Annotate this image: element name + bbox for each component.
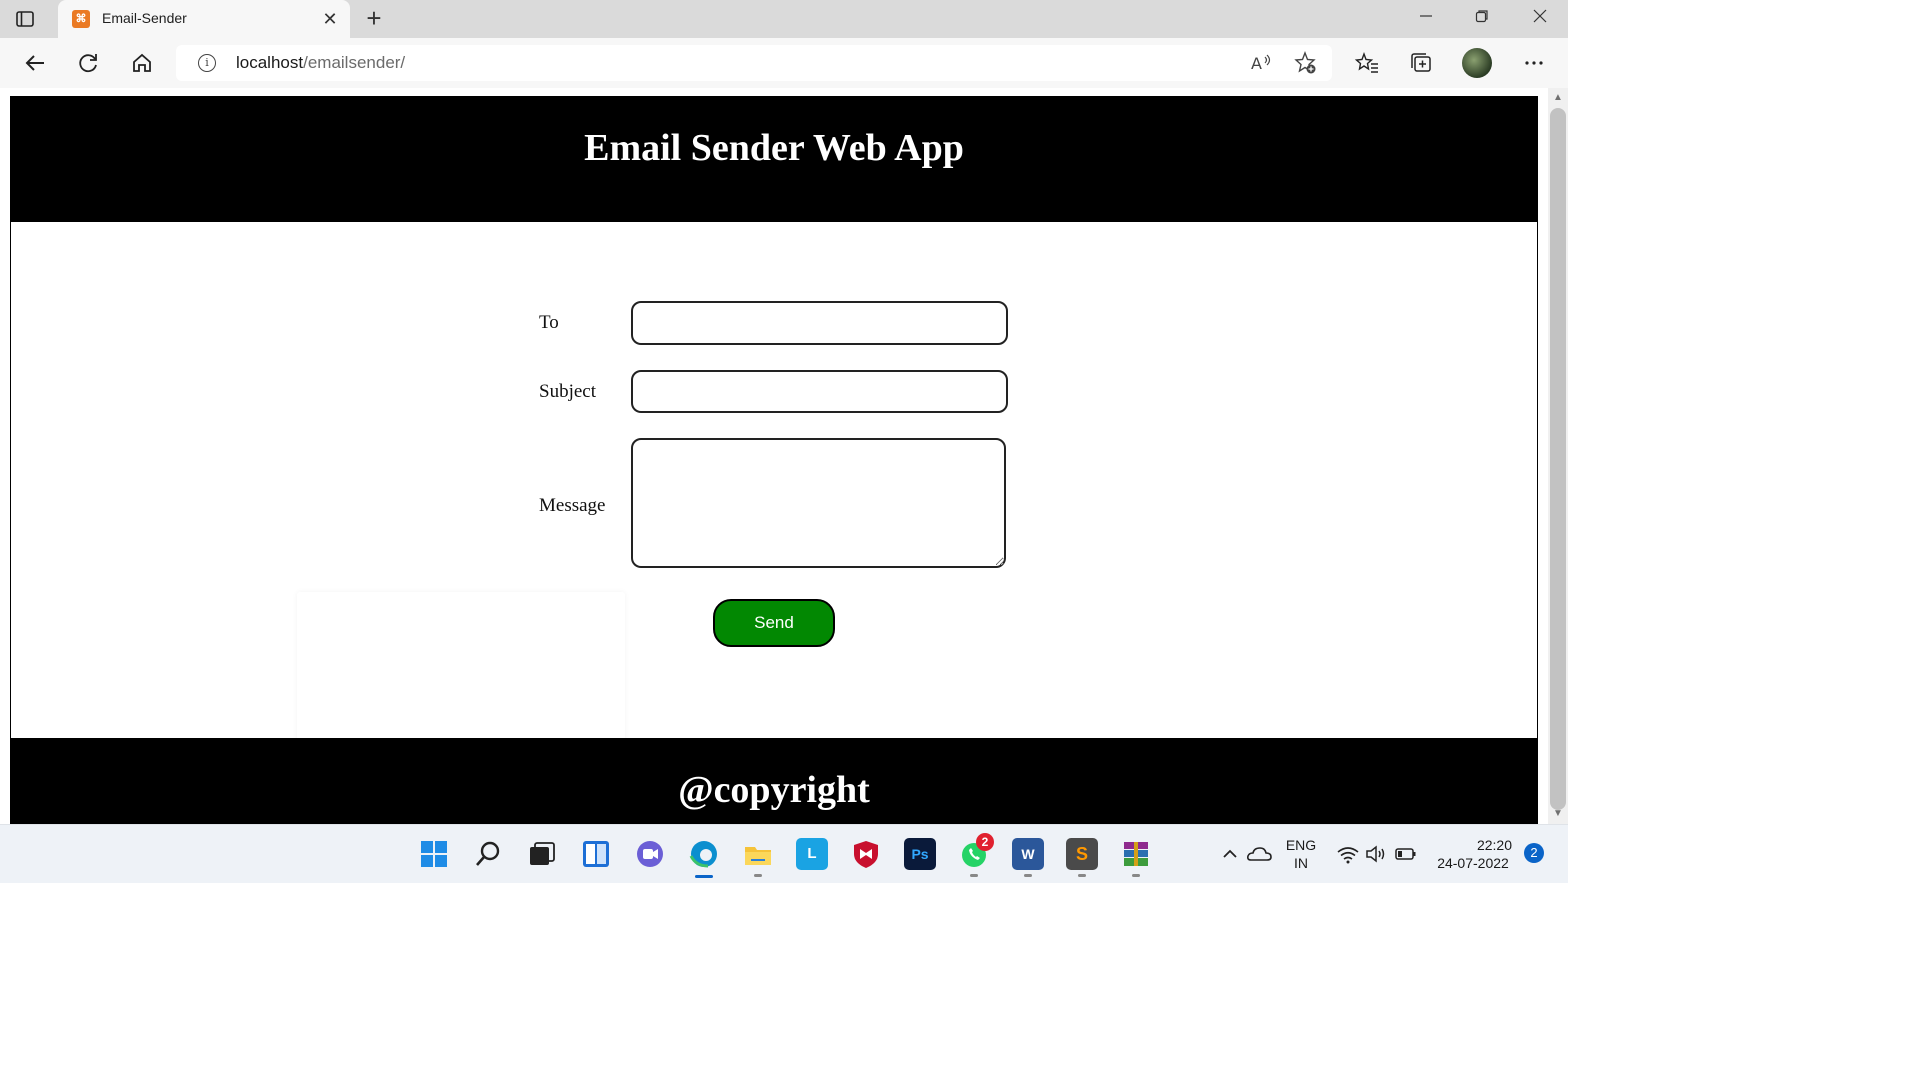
tab-actions-icon[interactable]	[14, 8, 36, 30]
word-icon[interactable]: W	[1012, 838, 1044, 870]
close-icon[interactable]: ✕	[320, 9, 340, 29]
notification-badge[interactable]: 2	[1524, 843, 1544, 863]
whatsapp-badge: 2	[976, 833, 994, 851]
page-viewport: Email Sender Web App To Subject Message …	[0, 88, 1548, 824]
restore-icon[interactable]	[1462, 6, 1502, 32]
send-button[interactable]: Send	[713, 599, 835, 647]
tab-strip: ⌘ Email-Sender ✕ +	[0, 0, 1568, 38]
mcafee-icon[interactable]	[850, 838, 882, 870]
vertical-scrollbar[interactable]: ▲ ▼	[1548, 88, 1568, 824]
avatar[interactable]	[1462, 48, 1492, 78]
svg-text:A: A	[1251, 54, 1262, 73]
language-line1: ENG	[1285, 837, 1317, 853]
scroll-up-icon[interactable]: ▲	[1552, 92, 1564, 104]
plus-icon[interactable]: +	[361, 5, 387, 32]
running-indicator	[1024, 874, 1032, 877]
battery-icon[interactable]	[1390, 838, 1422, 870]
subject-input[interactable]	[631, 370, 1008, 413]
refresh-icon[interactable]	[73, 48, 103, 78]
address-bar[interactable]: i localhost/emailsender/ A	[176, 45, 1332, 81]
clock-date: 24-07-2022	[1437, 855, 1509, 871]
home-icon[interactable]	[127, 48, 157, 78]
scroll-down-icon[interactable]: ▼	[1552, 808, 1564, 820]
search-icon[interactable]	[472, 838, 504, 870]
clock-time: 22:20	[1476, 837, 1512, 853]
window-close-icon[interactable]	[1520, 6, 1560, 32]
winrar-icon[interactable]	[1120, 838, 1152, 870]
task-view-icon[interactable]	[526, 838, 558, 870]
language-indicator[interactable]: ENG IN	[1282, 836, 1320, 872]
photoshop-icon[interactable]: Ps	[904, 838, 936, 870]
page-title: Email Sender Web App	[584, 127, 964, 169]
subject-label: Subject	[539, 381, 596, 402]
message-label: Message	[539, 495, 606, 516]
chevron-up-icon[interactable]	[1214, 838, 1246, 870]
more-icon[interactable]	[1519, 48, 1549, 78]
web-page: Email Sender Web App To Subject Message …	[10, 96, 1538, 824]
file-explorer-icon[interactable]	[742, 838, 774, 870]
read-aloud-icon[interactable]: A	[1246, 48, 1276, 78]
collections-icon[interactable]	[1406, 48, 1436, 78]
chat-icon[interactable]	[634, 838, 666, 870]
address-text[interactable]: localhost/emailsender/	[236, 53, 405, 73]
active-app-indicator	[695, 875, 713, 878]
onedrive-icon[interactable]	[1244, 838, 1276, 870]
favorites-icon[interactable]	[1352, 48, 1382, 78]
l-app-icon[interactable]: L	[796, 838, 828, 870]
sublime-icon[interactable]: S	[1066, 838, 1098, 870]
address-path: /emailsender/	[303, 53, 406, 72]
language-line2: IN	[1294, 855, 1308, 871]
running-indicator	[1132, 874, 1140, 877]
tab-email-sender[interactable]: ⌘ Email-Sender ✕	[58, 0, 350, 38]
running-indicator	[754, 874, 762, 877]
windows-start-icon[interactable]	[418, 838, 450, 870]
widgets-icon[interactable]	[580, 838, 612, 870]
clock[interactable]: 22:20 24-07-2022	[1426, 836, 1520, 872]
taskbar: L Ps W S ENG IN 22:20 24-07-2022	[0, 824, 1568, 883]
info-icon[interactable]: i	[198, 54, 216, 72]
to-label: To	[539, 312, 559, 333]
add-favorite-icon[interactable]	[1290, 48, 1320, 78]
edge-icon[interactable]	[688, 838, 720, 870]
address-host: localhost	[236, 53, 304, 72]
back-icon[interactable]	[20, 48, 50, 78]
browser-toolbar: i localhost/emailsender/ A	[0, 38, 1568, 88]
running-indicator	[970, 874, 978, 877]
message-textarea[interactable]	[631, 438, 1006, 568]
footer-copyright: @copyright	[678, 769, 870, 811]
minimize-icon[interactable]	[1406, 6, 1446, 32]
favicon-icon: ⌘	[72, 10, 90, 28]
tab-title: Email-Sender	[102, 10, 187, 26]
scroll-thumb[interactable]	[1550, 108, 1566, 810]
to-input[interactable]	[631, 301, 1008, 345]
site-header: Email Sender Web App	[11, 96, 1537, 222]
site-footer: @copyright	[11, 738, 1537, 824]
volume-icon[interactable]	[1360, 838, 1392, 870]
empty-panel	[297, 592, 625, 742]
running-indicator	[1078, 874, 1086, 877]
